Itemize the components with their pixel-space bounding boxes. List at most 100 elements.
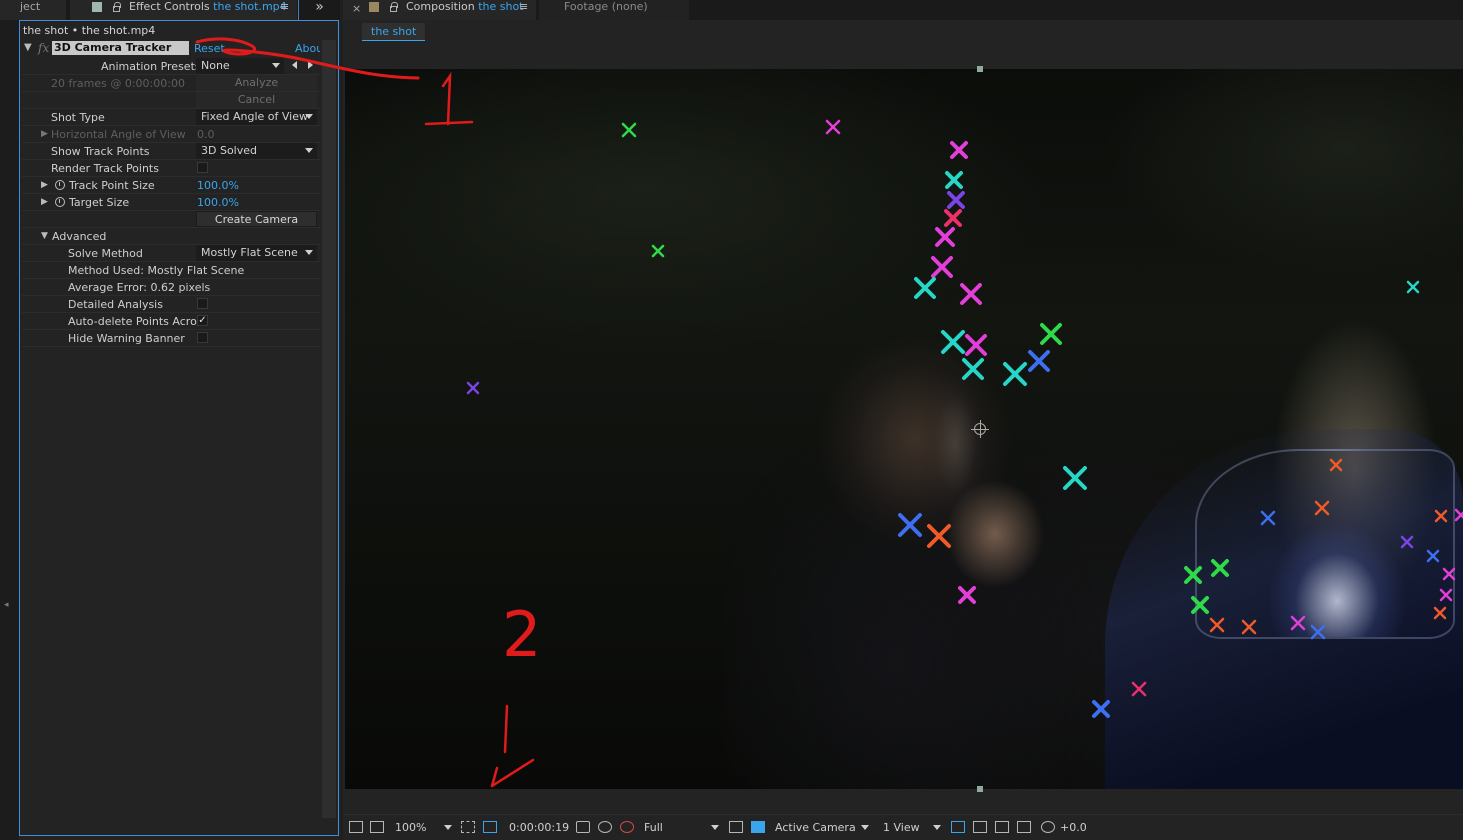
anchor-point-icon[interactable] <box>971 420 989 438</box>
track-point-icon[interactable] <box>1241 619 1257 635</box>
track-point-icon[interactable] <box>941 330 965 354</box>
track-point-icon[interactable] <box>651 244 665 258</box>
flowchart-icon[interactable] <box>1017 821 1031 833</box>
reset-button[interactable]: Reset <box>194 42 225 55</box>
track-point-icon[interactable] <box>914 277 936 299</box>
track-point-icon[interactable] <box>1191 596 1209 614</box>
expand-triangle-icon[interactable]: ▶ <box>41 197 48 207</box>
tab-composition[interactable]: × Composition the shot ≡ <box>343 0 536 20</box>
track-point-icon[interactable] <box>1439 588 1453 602</box>
expand-triangle-icon[interactable]: ▶ <box>41 180 48 190</box>
always-preview-icon[interactable] <box>349 821 363 833</box>
monitor-icon[interactable] <box>370 821 384 833</box>
track-point-icon[interactable] <box>1314 500 1330 516</box>
stopwatch-icon[interactable] <box>55 180 65 190</box>
show-track-points-dropdown[interactable]: 3D Solved <box>196 143 317 159</box>
effect-controls-scrollbar[interactable] <box>320 40 338 818</box>
track-point-icon[interactable] <box>1454 508 1463 522</box>
track-point-icon[interactable] <box>1209 617 1225 633</box>
track-point-icon[interactable] <box>1442 567 1456 581</box>
track-point-icon[interactable] <box>898 513 922 537</box>
next-preset-icon[interactable] <box>308 61 313 69</box>
exposure-value[interactable]: +0.0 <box>1060 820 1087 836</box>
lock-icon[interactable] <box>113 2 121 12</box>
track-point-icon[interactable] <box>1434 509 1448 523</box>
solve-method-dropdown[interactable]: Mostly Flat Scene <box>196 245 317 261</box>
zoom-value[interactable]: 100% <box>395 820 426 836</box>
track-point-icon[interactable] <box>1131 681 1147 697</box>
track-point-icon[interactable] <box>466 381 480 395</box>
color-channels-icon[interactable] <box>620 821 634 833</box>
track-point-icon[interactable] <box>1400 535 1414 549</box>
title-safe-icon[interactable] <box>461 821 475 833</box>
analyze-button[interactable]: Analyze <box>196 75 317 91</box>
track-point-icon[interactable] <box>1290 615 1306 631</box>
track-point-icon[interactable] <box>1211 559 1229 577</box>
effect-name[interactable]: 3D Camera Tracker <box>52 41 189 55</box>
track-point-icon[interactable] <box>950 141 968 159</box>
transparency-grid-icon[interactable] <box>751 821 765 833</box>
track-point-icon[interactable] <box>931 256 953 278</box>
track-point-icon[interactable] <box>825 119 841 135</box>
track-points-layer[interactable] <box>345 69 1463 789</box>
chevron-down-icon[interactable] <box>933 825 941 830</box>
track-point-icon[interactable] <box>1092 700 1110 718</box>
track-point-icon[interactable] <box>1329 458 1343 472</box>
track-point-icon[interactable] <box>944 209 962 227</box>
track-point-icon[interactable] <box>621 122 637 138</box>
mask-visibility-icon[interactable] <box>483 821 497 833</box>
track-point-icon[interactable] <box>1028 350 1050 372</box>
show-snapshot-icon[interactable] <box>598 821 612 833</box>
collapse-triangle-icon[interactable]: ▼ <box>41 231 48 241</box>
composition-chip[interactable]: the shot <box>362 23 426 41</box>
shot-type-dropdown[interactable]: Fixed Angle of View <box>196 109 317 125</box>
target-size-value[interactable]: 100.0% <box>197 196 239 209</box>
animation-presets-dropdown[interactable]: None <box>196 58 284 74</box>
cancel-button[interactable]: Cancel <box>196 92 317 108</box>
panel-overflow-button[interactable]: » <box>298 0 340 20</box>
render-track-points-checkbox[interactable] <box>197 162 208 173</box>
track-point-icon[interactable] <box>1260 510 1276 526</box>
footage-frame[interactable] <box>345 69 1463 789</box>
effect-expand-triangle-icon[interactable]: ▼ <box>24 42 32 53</box>
hide-warning-checkbox[interactable] <box>197 332 208 343</box>
tab-effect-controls[interactable]: Effect Controls the shot.mp4 ≡ <box>70 0 297 20</box>
track-point-icon[interactable] <box>935 227 955 247</box>
stopwatch-icon[interactable] <box>55 197 65 207</box>
track-point-icon[interactable] <box>1406 280 1420 294</box>
detailed-analysis-checkbox[interactable] <box>197 298 208 309</box>
layer-handle-top[interactable] <box>977 66 983 72</box>
snapshot-camera-icon[interactable] <box>576 821 590 833</box>
tab-footage[interactable]: Footage (none) <box>539 0 689 20</box>
camera-value[interactable]: Active Camera <box>775 820 856 836</box>
toggle-pixel-aspect-icon[interactable] <box>951 821 965 833</box>
track-point-icon[interactable] <box>958 586 976 604</box>
tab-project[interactable]: ject <box>0 0 66 20</box>
timecode[interactable]: 0:00:00:19 <box>509 820 569 836</box>
horizontal-aov-value[interactable]: 0.0 <box>197 128 215 141</box>
fx-toggle-icon[interactable]: fx <box>38 41 49 55</box>
track-point-icon[interactable] <box>1184 566 1202 584</box>
timeline-icon[interactable] <box>995 821 1009 833</box>
chevron-down-icon[interactable] <box>711 825 719 830</box>
track-point-icon[interactable] <box>965 334 987 356</box>
resolution-value[interactable]: Full <box>644 820 663 836</box>
panel-menu-icon[interactable]: ≡ <box>519 0 528 13</box>
about-button[interactable]: Abou <box>295 42 323 55</box>
panel-menu-icon[interactable]: ≡ <box>280 0 289 13</box>
views-value[interactable]: 1 View <box>883 820 920 836</box>
previous-preset-icon[interactable] <box>292 61 297 69</box>
chevron-down-icon[interactable] <box>861 825 869 830</box>
reset-exposure-icon[interactable] <box>1041 821 1055 833</box>
auto-delete-checkbox[interactable]: ✓ <box>197 315 208 326</box>
collapse-handle-icon[interactable]: ◂ <box>4 600 9 610</box>
track-point-icon[interactable] <box>1310 624 1326 640</box>
close-composition-tab-icon[interactable]: × <box>352 2 361 15</box>
fast-previews-icon[interactable] <box>973 821 987 833</box>
scrollbar-thumb[interactable] <box>322 40 336 818</box>
track-point-icon[interactable] <box>947 191 965 209</box>
track-point-icon[interactable] <box>945 171 963 189</box>
track-point-icon[interactable] <box>1433 606 1447 620</box>
track-point-icon[interactable] <box>1063 466 1087 490</box>
create-camera-button[interactable]: Create Camera <box>196 211 317 227</box>
